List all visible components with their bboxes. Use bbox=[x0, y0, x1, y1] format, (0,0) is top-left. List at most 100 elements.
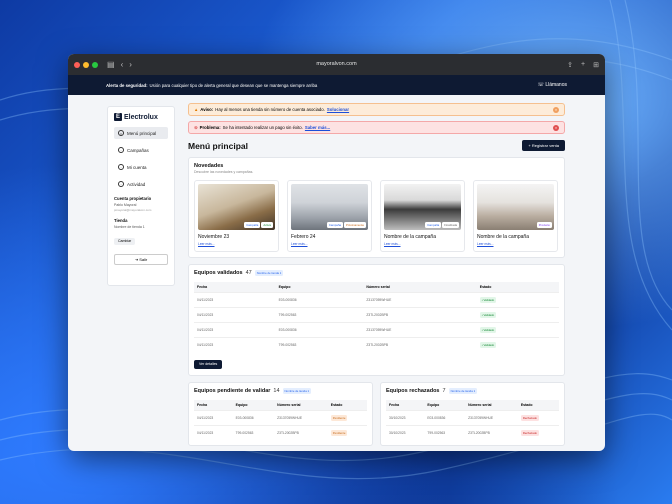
status-badge: • Validado bbox=[479, 312, 497, 318]
rejected-equipment-card: Equipos rechazados 7 Nombre de tienda 1 Fe… bbox=[380, 382, 565, 446]
table-row: 04/11/2023 T99-002563 Z3TL2002BPB • Validad… bbox=[194, 307, 559, 323]
cell-equipment: E03-000836 bbox=[275, 292, 364, 308]
register-sale-button[interactable]: + Registrar venta bbox=[522, 140, 565, 151]
alert-text: Usión para cualquier tipo de alerta gene… bbox=[149, 82, 318, 88]
status-badge: Pendiente bbox=[330, 415, 348, 421]
warning-text: Hay al menos una tienda sin número de cu… bbox=[215, 107, 325, 112]
warning-banner: ▲ Aviso: Hay al menos una tienda sin núm… bbox=[188, 103, 565, 116]
maximize-window-button[interactable] bbox=[92, 61, 98, 68]
rejected-count: 7 bbox=[442, 388, 446, 394]
sidebar-toggle-icon[interactable]: ▤ bbox=[107, 60, 115, 69]
news-image: Campaña Próximamente bbox=[291, 184, 368, 230]
validated-table: Fecha Equipo Número serial Estado 04/11/202… bbox=[194, 282, 559, 352]
column-header: Número serial bbox=[363, 282, 477, 293]
new-tab-icon[interactable]: + bbox=[581, 61, 585, 69]
news-item[interactable]: Campaña Finalizada Nombre de la campaña L… bbox=[380, 180, 465, 252]
address-bar[interactable]: mayoralvon.com bbox=[68, 61, 605, 67]
table-row: 30/10/2023 T99-002563 Z3TL2002BPB Rechazado bbox=[386, 425, 559, 440]
electrolux-logo[interactable]: E Electrolux bbox=[114, 113, 168, 121]
cell-date: 30/10/2023 bbox=[386, 410, 425, 426]
campaign-tag: Campaña bbox=[244, 222, 261, 228]
cell-date: 30/10/2023 bbox=[386, 425, 425, 440]
news-item[interactable]: Campaña Próximamente Febrero 24 Leer más.… bbox=[287, 180, 372, 252]
cell-equipment: E03-000836 bbox=[232, 410, 275, 426]
pending-title: Equipos pendiente de validar bbox=[194, 388, 271, 394]
table-row: 04/11/2023 E03-000836 Z3137059WHUE Pendient… bbox=[194, 410, 367, 426]
validated-equipment-card: Equipos validados 47 Nombre de tienda 1 Fe… bbox=[188, 264, 565, 376]
warning-title: Aviso: bbox=[200, 107, 214, 112]
logo-text: Electrolux bbox=[124, 113, 158, 121]
cell-equipment: T99-002563 bbox=[275, 337, 364, 352]
column-header: Estado bbox=[476, 282, 559, 293]
status-tag: Finalizada bbox=[442, 222, 459, 228]
news-image: Campaña Activa bbox=[198, 184, 275, 230]
news-image: Campaña Finalizada bbox=[384, 184, 461, 230]
column-header: Estado bbox=[327, 400, 367, 411]
close-window-button[interactable] bbox=[74, 61, 80, 68]
rejected-title: Equipos rechazados bbox=[386, 388, 440, 394]
change-store-button[interactable]: Cambiar bbox=[114, 237, 136, 245]
close-icon[interactable]: × bbox=[553, 124, 559, 131]
logout-button[interactable]: ⇥ Salir bbox=[114, 254, 168, 265]
column-header: Equipo bbox=[424, 400, 466, 411]
campaign-tag: Campaña bbox=[326, 222, 343, 228]
forward-icon[interactable]: › bbox=[129, 60, 132, 69]
cell-date: 04/11/2023 bbox=[194, 337, 276, 352]
column-header: Fecha bbox=[194, 282, 276, 293]
store-badge: Nombre de tienda 1 bbox=[254, 270, 284, 276]
product-tag: Producto bbox=[536, 222, 552, 228]
status-tag: Próximamente bbox=[343, 222, 366, 228]
megaphone-icon: · bbox=[118, 147, 124, 153]
sidebar-item-campanas[interactable]: · Campañas bbox=[114, 144, 168, 156]
cell-date: 04/11/2023 bbox=[194, 322, 276, 338]
cell-serial: Z3TL2002BPB bbox=[465, 425, 518, 440]
column-header: Fecha bbox=[194, 400, 233, 411]
cell-serial: Z3TL2002BPB bbox=[274, 425, 328, 440]
main-content: ▲ Aviso: Hay al menos una tienda sin núm… bbox=[188, 103, 565, 446]
back-icon[interactable]: ‹ bbox=[121, 60, 124, 69]
minimize-window-button[interactable] bbox=[83, 61, 89, 68]
cell-equipment: E03-000836 bbox=[275, 322, 364, 338]
call-us-link[interactable]: ☏ Llámanos bbox=[538, 82, 567, 88]
solucionar-link[interactable]: Solucionar bbox=[327, 107, 349, 112]
news-item-title: Nombre de la campaña bbox=[384, 234, 436, 240]
validated-count: 47 bbox=[245, 270, 252, 276]
news-image: Producto bbox=[477, 184, 554, 230]
news-item[interactable]: Producto Nombre de la campaña Leer más..… bbox=[473, 180, 558, 252]
cell-serial: Z3137059WHUE bbox=[465, 410, 518, 426]
column-header: Fecha bbox=[386, 400, 425, 411]
electrolux-mark-icon: E bbox=[114, 113, 122, 121]
status-badge: • Validado bbox=[479, 297, 497, 303]
pending-count: 14 bbox=[273, 388, 280, 394]
tabs-overview-icon[interactable]: ⊞ bbox=[593, 61, 599, 69]
status-badge: Rechazado bbox=[520, 415, 539, 421]
sidebar-item-label: Actividad bbox=[127, 181, 146, 187]
read-more-link[interactable]: Leer más... bbox=[198, 242, 275, 246]
cell-serial: Z3137059WHUE bbox=[363, 292, 477, 308]
sidebar-item-label: Menú principal bbox=[127, 130, 157, 136]
sidebar-item-mi-cuenta[interactable]: · Mi cuenta bbox=[114, 161, 168, 173]
table-row: 04/11/2023 E03-000836 Z3137059WHUE • Valida… bbox=[194, 292, 559, 308]
read-more-link[interactable]: Leer más... bbox=[384, 242, 461, 246]
column-header: Equipo bbox=[232, 400, 275, 411]
sidebar-item-menu-principal[interactable]: ⌂ Menú principal bbox=[114, 127, 168, 139]
security-alert-bar: Alerta de seguridad: Usión para cualquie… bbox=[68, 75, 605, 95]
share-icon[interactable]: ⇪ bbox=[567, 61, 573, 69]
activity-icon: · bbox=[118, 181, 124, 187]
column-header: Estado bbox=[517, 400, 559, 411]
saber-mas-link[interactable]: Saber más... bbox=[305, 125, 330, 130]
owner-name: Pablo Mayoral bbox=[114, 203, 137, 207]
cell-serial: Z3137059WHUE bbox=[274, 410, 328, 426]
close-icon[interactable]: × bbox=[553, 106, 559, 113]
read-more-link[interactable]: Leer más... bbox=[291, 242, 368, 246]
error-banner: ⊗ Problema: Se ha intentado realizar un … bbox=[188, 121, 565, 134]
news-item[interactable]: Campaña Activa Noviembre 23 Leer más... bbox=[194, 180, 279, 252]
read-more-link[interactable]: Leer más... bbox=[477, 242, 554, 246]
home-icon: ⌂ bbox=[118, 130, 124, 136]
sidebar: E Electrolux ⌂ Menú principal · Campañas · M… bbox=[107, 106, 175, 286]
view-details-button[interactable]: Ver detalles bbox=[194, 359, 223, 369]
user-icon: · bbox=[118, 164, 124, 170]
cell-date: 04/11/2023 bbox=[194, 292, 276, 308]
status-badge: • Validado bbox=[479, 342, 497, 348]
sidebar-item-actividad[interactable]: · Actividad bbox=[114, 178, 168, 190]
